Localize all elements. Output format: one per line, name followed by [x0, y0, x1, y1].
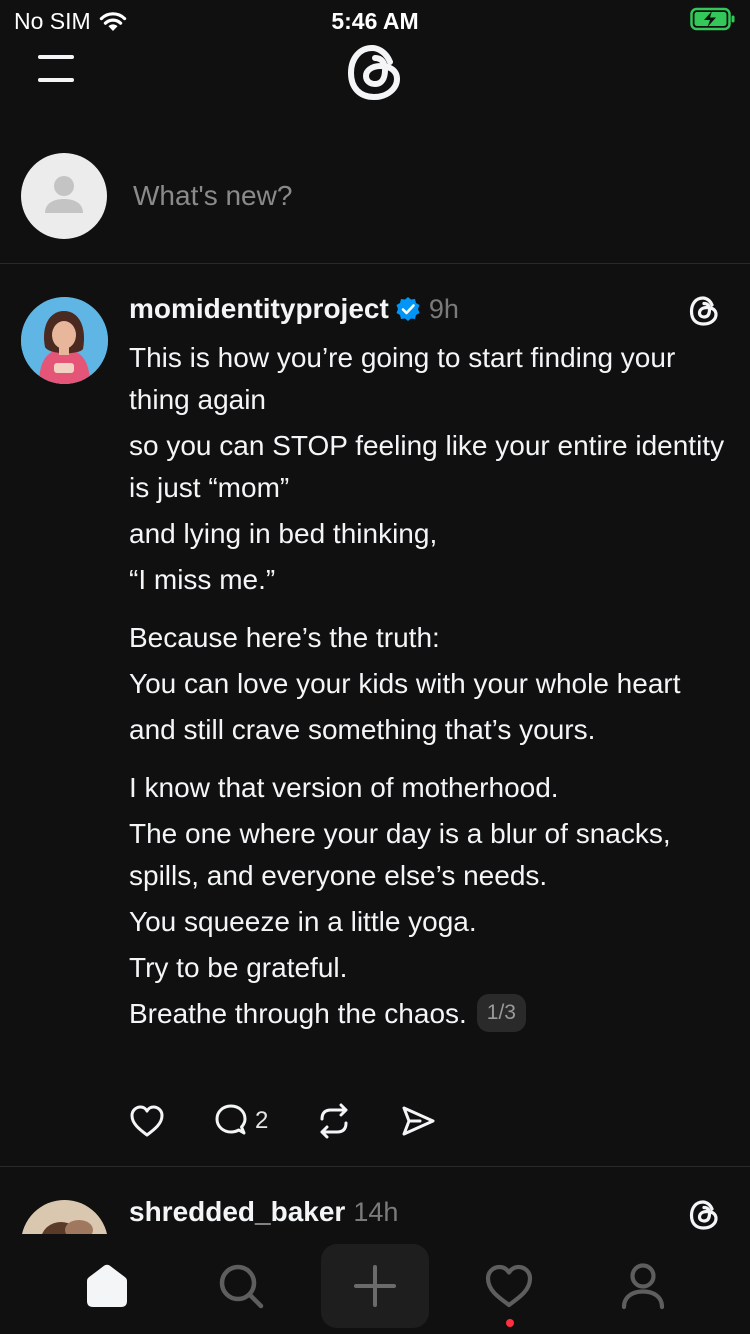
- post-author-avatar[interactable]: [21, 1200, 108, 1234]
- status-bar: No SIM 5:46 AM: [0, 0, 750, 40]
- thread-post-next[interactable]: shredded_baker 14h: [0, 1168, 750, 1234]
- reply-count: 2: [255, 1107, 269, 1134]
- menu-button[interactable]: [36, 52, 76, 86]
- post-paragraph: and still crave something that’s yours.: [129, 714, 596, 745]
- post-paragraph: Try to be grateful.: [129, 952, 348, 983]
- bottom-tab-bar: [0, 1234, 750, 1334]
- post-timestamp: 14h: [353, 1196, 399, 1227]
- current-user-avatar[interactable]: [21, 153, 107, 239]
- post-paragraph-text: Breathe through the chaos.: [129, 998, 467, 1029]
- status-time: 5:46 AM: [331, 8, 419, 34]
- post-paragraph: This is how you’re going to start findin…: [129, 342, 676, 415]
- post-header: shredded_baker 14h: [129, 1196, 398, 1228]
- thread-post[interactable]: momidentityproject 9h This is how you’re…: [0, 265, 750, 1167]
- comment-icon: [215, 1104, 247, 1135]
- tab-home[interactable]: [53, 1244, 161, 1328]
- battery-charging-icon: [690, 7, 735, 31]
- threads-home-screen: No SIM 5:46 AM What's new? momidentitypr…: [0, 0, 750, 1334]
- threads-logo-icon[interactable]: [344, 40, 406, 104]
- new-thread-composer[interactable]: What's new?: [0, 150, 750, 264]
- heart-icon: [130, 1105, 164, 1137]
- post-paragraph: so you can STOP feeling like your entire…: [129, 430, 725, 503]
- post-author-avatar[interactable]: [21, 297, 108, 384]
- post-paragraph: Because here’s the truth:: [129, 622, 440, 653]
- post-author-username[interactable]: momidentityproject: [129, 293, 389, 325]
- verified-badge-icon: [396, 297, 420, 321]
- post-paragraph: You can love your kids with your whole h…: [129, 668, 681, 699]
- tab-search[interactable]: [187, 1244, 295, 1328]
- threads-logo-icon[interactable]: [688, 294, 720, 328]
- tab-activity[interactable]: [455, 1244, 563, 1328]
- share-button[interactable]: [400, 1101, 436, 1141]
- home-icon: [87, 1264, 127, 1307]
- default-avatar-icon: [45, 176, 83, 213]
- post-paragraph: and lying in bed thinking,: [129, 518, 438, 549]
- search-icon: [219, 1264, 264, 1309]
- post-text[interactable]: This is how you’re going to start findin…: [129, 337, 729, 1039]
- tab-profile[interactable]: [589, 1244, 697, 1328]
- whats-new-input[interactable]: What's new?: [133, 180, 292, 212]
- repost-icon: [320, 1103, 348, 1139]
- post-paragraph: The one where your day is a blur of snac…: [129, 818, 671, 891]
- post-header: momidentityproject 9h: [129, 293, 459, 325]
- notification-dot: [506, 1319, 514, 1327]
- page-indicator-badge[interactable]: 1/3: [476, 993, 526, 1032]
- post-paragraph: I know that version of motherhood.: [129, 772, 559, 803]
- repost-button[interactable]: [316, 1101, 352, 1141]
- send-icon: [402, 1106, 435, 1136]
- profile-icon: [621, 1263, 665, 1310]
- tab-create[interactable]: [321, 1244, 429, 1328]
- like-button[interactable]: [129, 1101, 165, 1141]
- menu-icon: [38, 55, 74, 82]
- post-author-username[interactable]: shredded_baker: [129, 1196, 345, 1228]
- post-actions: 2: [129, 1101, 436, 1141]
- post-paragraph: You squeeze in a little yoga.: [129, 906, 477, 937]
- reply-button[interactable]: 2: [213, 1101, 268, 1141]
- post-paragraph: “I miss me.”: [129, 564, 276, 595]
- heart-icon: [485, 1264, 533, 1308]
- post-timestamp: 9h: [428, 293, 459, 324]
- plus-icon: [354, 1265, 396, 1307]
- post-paragraph-last: Breathe through the chaos. 1/3: [129, 993, 729, 1035]
- threads-logo-icon[interactable]: [688, 1198, 720, 1232]
